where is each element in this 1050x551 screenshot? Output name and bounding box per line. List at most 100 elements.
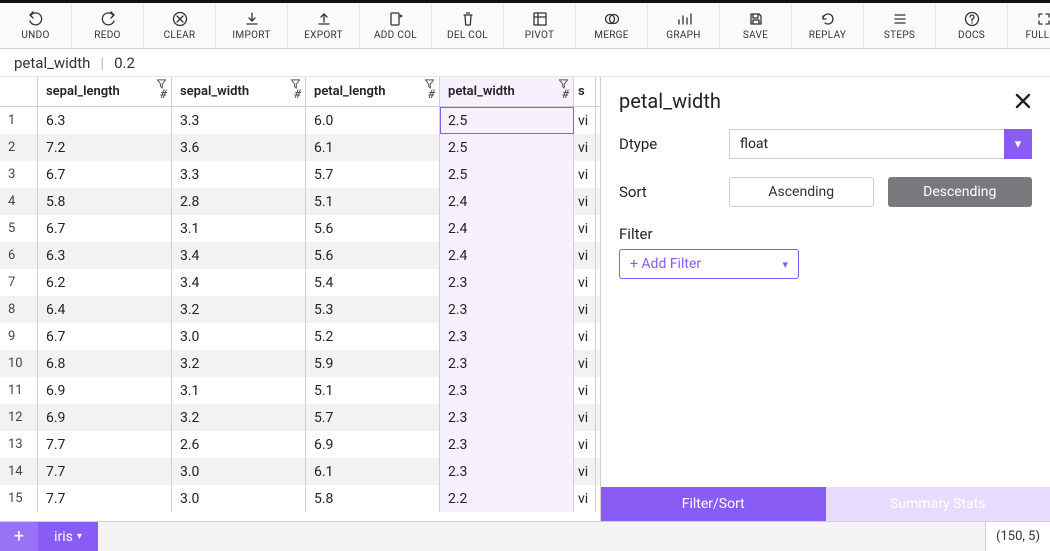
cell-cutoff[interactable]: vi bbox=[574, 377, 596, 404]
addcol-button[interactable]: ADD COL bbox=[360, 3, 432, 48]
cell-cutoff[interactable]: vi bbox=[574, 107, 596, 134]
cell-cutoff[interactable]: vi bbox=[574, 350, 596, 377]
export-button[interactable]: EXPORT bbox=[288, 3, 360, 48]
cell[interactable]: 2.4 bbox=[440, 188, 574, 215]
cell-cutoff[interactable]: vi bbox=[574, 215, 596, 242]
cell[interactable]: 6.7 bbox=[38, 323, 172, 350]
cell[interactable]: 3.2 bbox=[172, 350, 306, 377]
pivot-button[interactable]: PIVOT bbox=[504, 3, 576, 48]
cell[interactable]: 2.2 bbox=[440, 485, 574, 512]
cell[interactable]: 6.3 bbox=[38, 107, 172, 134]
sort-ascending-button[interactable]: Ascending bbox=[729, 177, 874, 207]
cell[interactable]: 2.3 bbox=[440, 404, 574, 431]
cell[interactable]: 3.3 bbox=[172, 107, 306, 134]
undo-button[interactable]: UNDO bbox=[0, 3, 72, 48]
column-header-sepal_width[interactable]: sepal_width# bbox=[172, 77, 306, 106]
cell[interactable]: 6.7 bbox=[38, 161, 172, 188]
cell[interactable]: 2.4 bbox=[440, 242, 574, 269]
cell[interactable]: 3.0 bbox=[172, 485, 306, 512]
cell[interactable]: 6.2 bbox=[38, 269, 172, 296]
cell-cutoff[interactable]: vi bbox=[574, 188, 596, 215]
cell-cutoff[interactable]: vi bbox=[574, 242, 596, 269]
cell-cutoff[interactable]: vi bbox=[574, 485, 596, 512]
cell[interactable]: 6.4 bbox=[38, 296, 172, 323]
cell[interactable]: 2.3 bbox=[440, 458, 574, 485]
column-header-cutoff[interactable]: s bbox=[574, 77, 596, 106]
cell[interactable]: 5.4 bbox=[306, 269, 440, 296]
cell-cutoff[interactable]: vi bbox=[574, 296, 596, 323]
cell[interactable]: 2.3 bbox=[440, 377, 574, 404]
cell[interactable]: 5.1 bbox=[306, 377, 440, 404]
cell[interactable]: 5.6 bbox=[306, 215, 440, 242]
cell[interactable]: 7.7 bbox=[38, 485, 172, 512]
cell[interactable]: 2.4 bbox=[440, 215, 574, 242]
cell[interactable]: 2.3 bbox=[440, 431, 574, 458]
cell[interactable]: 2.6 bbox=[172, 431, 306, 458]
redo-button[interactable]: REDO bbox=[72, 3, 144, 48]
merge-button[interactable]: MERGE bbox=[576, 3, 648, 48]
cell[interactable]: 5.7 bbox=[306, 404, 440, 431]
cell-cutoff[interactable]: vi bbox=[574, 134, 596, 161]
cell[interactable]: 3.6 bbox=[172, 134, 306, 161]
dtype-select[interactable]: float bbox=[729, 129, 1004, 159]
column-header-petal_length[interactable]: petal_length# bbox=[306, 77, 440, 106]
cell[interactable]: 5.2 bbox=[306, 323, 440, 350]
cell[interactable]: 3.4 bbox=[172, 269, 306, 296]
cell[interactable]: 2.3 bbox=[440, 350, 574, 377]
cell[interactable]: 3.4 bbox=[172, 242, 306, 269]
cell[interactable]: 2.3 bbox=[440, 296, 574, 323]
add-sheet-button[interactable]: + bbox=[0, 522, 38, 551]
graph-button[interactable]: GRAPH bbox=[648, 3, 720, 48]
save-button[interactable]: SAVE bbox=[720, 3, 792, 48]
add-filter-button[interactable]: + Add Filter ▾ bbox=[619, 249, 799, 279]
cell[interactable]: 7.2 bbox=[38, 134, 172, 161]
clear-button[interactable]: CLEAR bbox=[144, 3, 216, 48]
import-button[interactable]: IMPORT bbox=[216, 3, 288, 48]
cell[interactable]: 6.9 bbox=[38, 404, 172, 431]
cell-cutoff[interactable]: vi bbox=[574, 161, 596, 188]
cell[interactable]: 5.8 bbox=[306, 485, 440, 512]
cell[interactable]: 2.3 bbox=[440, 323, 574, 350]
steps-button[interactable]: STEPS bbox=[864, 3, 936, 48]
cell[interactable]: 5.6 bbox=[306, 242, 440, 269]
sheet-tab-iris[interactable]: iris ▾ bbox=[38, 522, 98, 551]
column-header-sepal_length[interactable]: sepal_length# bbox=[38, 77, 172, 106]
cell[interactable]: 6.9 bbox=[306, 431, 440, 458]
fullsc-button[interactable]: FULLSC bbox=[1008, 3, 1050, 48]
cell[interactable]: 7.7 bbox=[38, 431, 172, 458]
cell[interactable]: 3.3 bbox=[172, 161, 306, 188]
cell[interactable]: 3.0 bbox=[172, 323, 306, 350]
cell[interactable]: 2.5 bbox=[440, 134, 574, 161]
cell[interactable]: 3.2 bbox=[172, 404, 306, 431]
cell[interactable]: 3.2 bbox=[172, 296, 306, 323]
cell[interactable]: 5.9 bbox=[306, 350, 440, 377]
cell[interactable]: 2.5 bbox=[440, 107, 574, 134]
docs-button[interactable]: DOCS bbox=[936, 3, 1008, 48]
cell[interactable]: 6.3 bbox=[38, 242, 172, 269]
dtype-caret-button[interactable]: ▾ bbox=[1004, 129, 1032, 159]
delcol-button[interactable]: DEL COL bbox=[432, 3, 504, 48]
cell[interactable]: 5.3 bbox=[306, 296, 440, 323]
cell[interactable]: 5.8 bbox=[38, 188, 172, 215]
cell[interactable]: 6.8 bbox=[38, 350, 172, 377]
sort-descending-button[interactable]: Descending bbox=[888, 177, 1033, 207]
cell[interactable]: 5.7 bbox=[306, 161, 440, 188]
cell-cutoff[interactable]: vi bbox=[574, 404, 596, 431]
cell[interactable]: 6.7 bbox=[38, 215, 172, 242]
cell[interactable]: 3.0 bbox=[172, 458, 306, 485]
column-header-petal_width[interactable]: petal_width# bbox=[440, 77, 574, 106]
cell[interactable]: 3.1 bbox=[172, 377, 306, 404]
cell[interactable]: 6.1 bbox=[306, 458, 440, 485]
cell-cutoff[interactable]: vi bbox=[574, 269, 596, 296]
cell[interactable]: 6.1 bbox=[306, 134, 440, 161]
cell[interactable]: 2.5 bbox=[440, 161, 574, 188]
cell[interactable]: 7.7 bbox=[38, 458, 172, 485]
cell-cutoff[interactable]: vi bbox=[574, 323, 596, 350]
cell[interactable]: 5.1 bbox=[306, 188, 440, 215]
cell[interactable]: 3.1 bbox=[172, 215, 306, 242]
cell[interactable]: 2.8 bbox=[172, 188, 306, 215]
cell[interactable]: 2.3 bbox=[440, 269, 574, 296]
cell[interactable]: 6.0 bbox=[306, 107, 440, 134]
panel-close-button[interactable] bbox=[1014, 92, 1032, 110]
tab-filter-sort[interactable]: Filter/Sort bbox=[601, 487, 826, 521]
